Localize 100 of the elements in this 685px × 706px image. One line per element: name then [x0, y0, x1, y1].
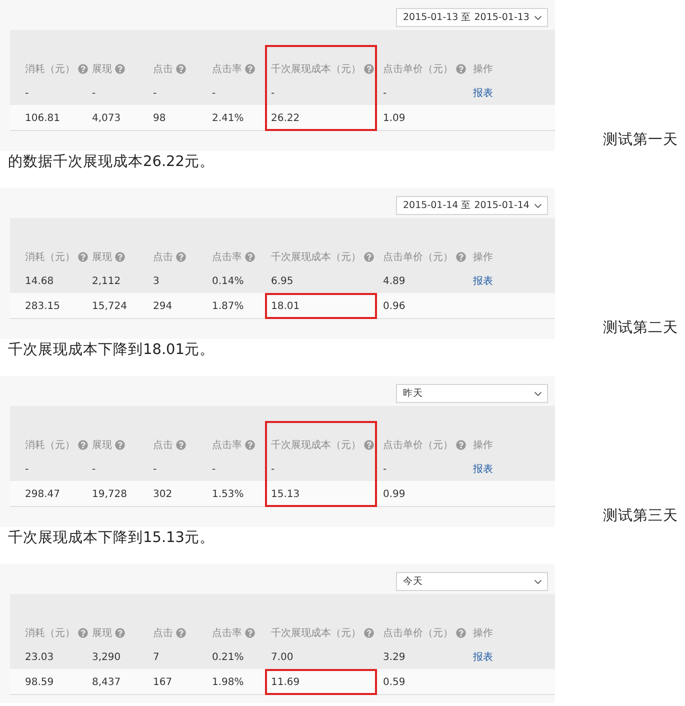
table-cell-text: 3.29 [382, 650, 406, 664]
report-link[interactable]: 报表 [473, 462, 493, 476]
help-icon[interactable] [78, 64, 88, 74]
report-link[interactable]: 报表 [473, 86, 493, 100]
date-select[interactable]: 今天 [396, 572, 548, 591]
table-cell-text: - [270, 86, 276, 100]
table-cell-text: 8,437 [91, 676, 122, 690]
column-header: 点击单价（元） [383, 250, 453, 264]
column-header: 点击 [153, 438, 173, 452]
report-link[interactable]: 报表 [473, 650, 493, 664]
table-cell-text: 98 [152, 112, 167, 126]
table-cell-text: 4,073 [91, 112, 122, 126]
table-cell-text: 0.21% [211, 650, 245, 664]
column-header: 千次展现成本（元） [271, 62, 361, 76]
caption-text: 测试第一天的数据千次展现成本26.22元。 [8, 132, 678, 170]
table-cell-text: 14.68 [24, 274, 55, 288]
table-cell-text: 15.13 [270, 488, 301, 502]
column-header: 点击率 [212, 250, 242, 264]
help-icon[interactable] [245, 252, 255, 262]
help-icon[interactable] [456, 252, 466, 262]
table-cell-text: 298.47 [24, 488, 61, 502]
table-cell-text: 3,290 [91, 650, 122, 664]
column-header: 千次展现成本（元） [271, 250, 361, 264]
table-cell-text: 302 [152, 488, 174, 502]
table-cell-text: 98.59 [24, 676, 55, 690]
help-icon[interactable] [176, 252, 186, 262]
table-cell-text: 23.03 [24, 650, 55, 664]
help-icon[interactable] [115, 628, 125, 638]
column-header: 操作 [473, 439, 493, 452]
column-header: 点击单价（元） [383, 438, 453, 452]
help-icon[interactable] [364, 440, 374, 450]
table-cell-text: 2,112 [91, 274, 122, 288]
table-cell-text: 7 [152, 650, 160, 664]
help-icon[interactable] [78, 252, 88, 262]
help-icon[interactable] [245, 628, 255, 638]
table-cell-text: 1.87% [211, 300, 245, 314]
table-cell-text: 26.22 [270, 112, 301, 126]
column-header: 点击 [153, 250, 173, 264]
column-header: 点击单价（元） [383, 626, 453, 640]
table-cell-text: 15,724 [91, 300, 128, 314]
column-header: 千次展现成本（元） [271, 438, 361, 452]
table-cell-text: - [91, 462, 97, 476]
table-cell-text: - [270, 462, 276, 476]
table-cell-text: 11.69 [270, 676, 301, 690]
help-icon[interactable] [364, 628, 374, 638]
table-cell-text: 294 [152, 300, 174, 314]
table-cell-text: 19,728 [91, 488, 128, 502]
column-header: 消耗（元） [25, 438, 75, 452]
table-cell-text: 167 [152, 676, 174, 690]
table-cell-text: 4.89 [382, 274, 406, 288]
table-cell-text: 0.96 [382, 300, 406, 314]
column-header: 点击率 [212, 438, 242, 452]
column-header: 展现 [92, 251, 112, 264]
table-cell-text: 18.01 [270, 300, 301, 314]
help-icon[interactable] [78, 628, 88, 638]
table-cell-text: 0.59 [382, 676, 406, 690]
date-select[interactable]: 2015-01-13 至 2015-01-13 [396, 8, 548, 27]
help-icon[interactable] [245, 440, 255, 450]
help-icon[interactable] [364, 252, 374, 262]
table-cell-text: - [152, 462, 158, 476]
report-link[interactable]: 报表 [473, 274, 493, 288]
column-header: 操作 [473, 63, 493, 76]
table-cell-text: - [24, 86, 30, 100]
help-icon[interactable] [456, 64, 466, 74]
caption-text: 测试第三天千次展现成本下降到15.13元。 [8, 508, 678, 546]
help-icon[interactable] [456, 440, 466, 450]
table-cell-text: - [152, 86, 158, 100]
help-icon[interactable] [456, 628, 466, 638]
table-cell-text: - [382, 86, 388, 100]
column-header: 展现 [92, 63, 112, 76]
table-cell-text: - [211, 462, 217, 476]
table-cell-text: - [382, 462, 388, 476]
table-cell-text: 6.95 [270, 274, 294, 288]
table-cell-text: 0.99 [382, 488, 406, 502]
date-select[interactable]: 2015-01-14 至 2015-01-14 [396, 196, 548, 215]
column-header: 千次展现成本（元） [271, 626, 361, 640]
table-cell-text: 2.41% [211, 112, 245, 126]
date-select[interactable]: 昨天 [396, 384, 548, 403]
help-icon[interactable] [115, 64, 125, 74]
column-header: 点击单价（元） [383, 62, 453, 76]
help-icon[interactable] [115, 440, 125, 450]
table-cell-text: - [91, 86, 97, 100]
column-header: 点击 [153, 626, 173, 640]
help-icon[interactable] [364, 64, 374, 74]
column-header: 操作 [473, 251, 493, 264]
help-icon[interactable] [245, 64, 255, 74]
column-header: 操作 [473, 627, 493, 640]
help-icon[interactable] [115, 252, 125, 262]
help-icon[interactable] [176, 628, 186, 638]
help-icon[interactable] [176, 64, 186, 74]
help-icon[interactable] [176, 440, 186, 450]
column-header: 展现 [92, 627, 112, 640]
table-cell-text: 1.09 [382, 112, 406, 126]
help-icon[interactable] [78, 440, 88, 450]
table-cell-text: 3 [152, 274, 160, 288]
table-cell-text: 0.14% [211, 274, 245, 288]
table-cell-text: 106.81 [24, 112, 61, 126]
caption-text: 测试第二天千次展现成本下降到18.01元。 [8, 320, 678, 358]
table-cell-text: - [211, 86, 217, 100]
column-header: 展现 [92, 439, 112, 452]
